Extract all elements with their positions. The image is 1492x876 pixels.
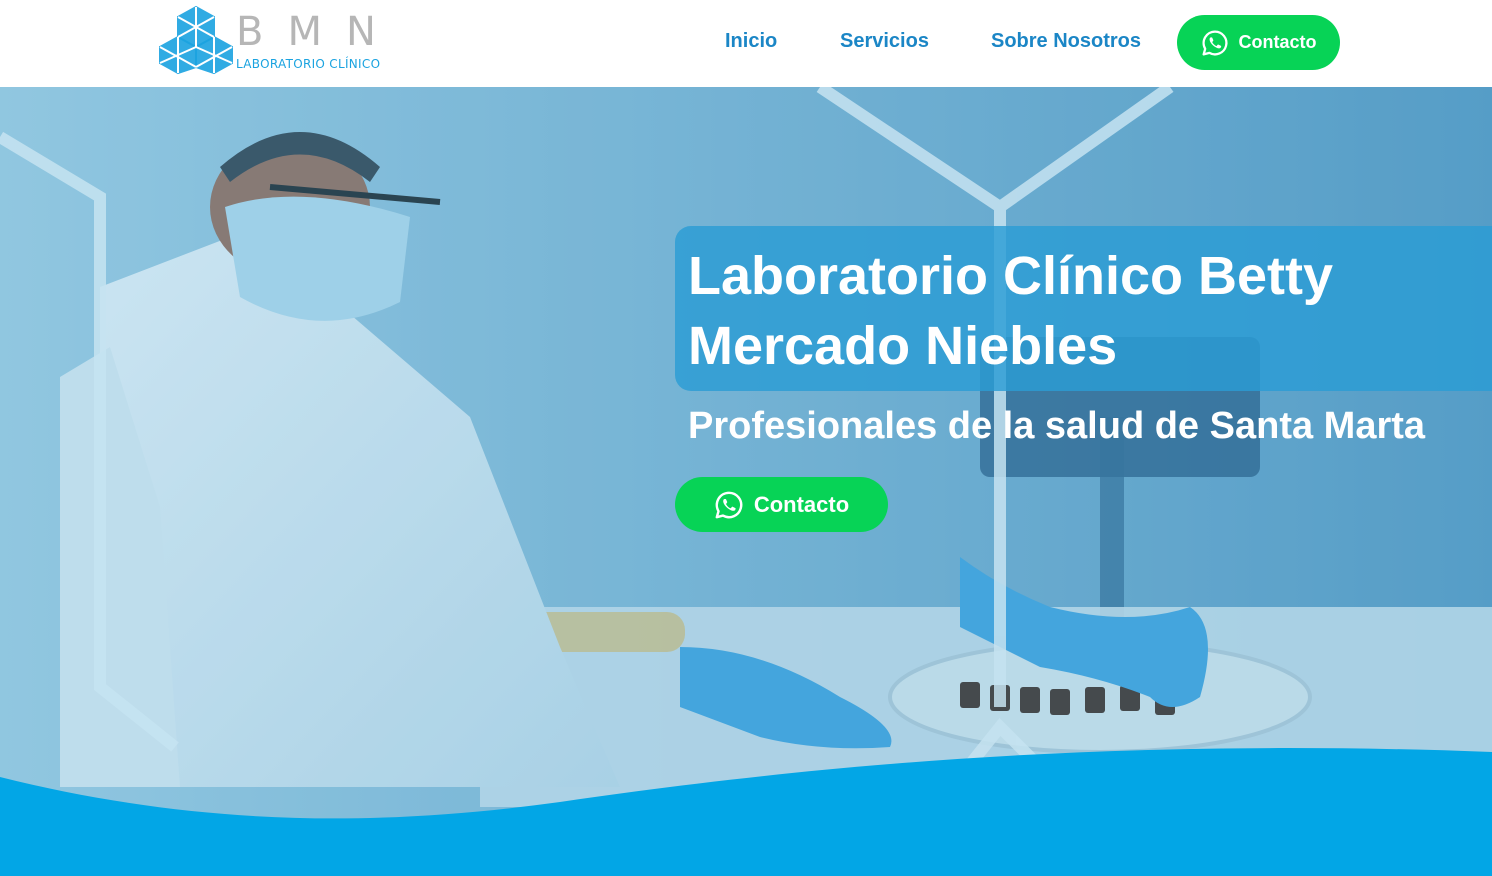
hero-title-line1: Laboratorio Clínico Betty xyxy=(688,246,1334,306)
logo-hexagon-icon xyxy=(159,5,233,75)
whatsapp-icon xyxy=(714,490,744,520)
logo-subtitle: LABORATORIO CLÍNICO xyxy=(236,57,381,71)
whatsapp-icon xyxy=(1201,29,1229,57)
hero-subtitle: Profesionales de la salud de Santa Marta xyxy=(688,405,1426,447)
hero-title: Laboratorio Clínico Betty Mercado Nieble… xyxy=(688,241,1333,381)
hero-title-line2: Mercado Niebles xyxy=(688,316,1118,376)
site-header: BMN LABORATORIO CLÍNICO Inicio Servicios… xyxy=(0,0,1492,87)
logo-letters: BMN xyxy=(236,9,400,55)
nav-link-servicios[interactable]: Servicios xyxy=(840,30,929,53)
header-contact-label: Contacto xyxy=(1238,32,1317,52)
header-contact-button[interactable]: Contacto xyxy=(1177,15,1340,70)
brand-logo[interactable]: BMN LABORATORIO CLÍNICO xyxy=(158,5,388,77)
hero-contact-label: Contacto xyxy=(753,491,850,517)
nav-link-inicio[interactable]: Inicio xyxy=(725,30,777,53)
nav-link-sobre-nosotros[interactable]: Sobre Nosotros xyxy=(991,30,1141,53)
hero-contact-button[interactable]: Contacto xyxy=(675,477,888,532)
hero-section: Laboratorio Clínico Betty Mercado Nieble… xyxy=(0,87,1492,876)
